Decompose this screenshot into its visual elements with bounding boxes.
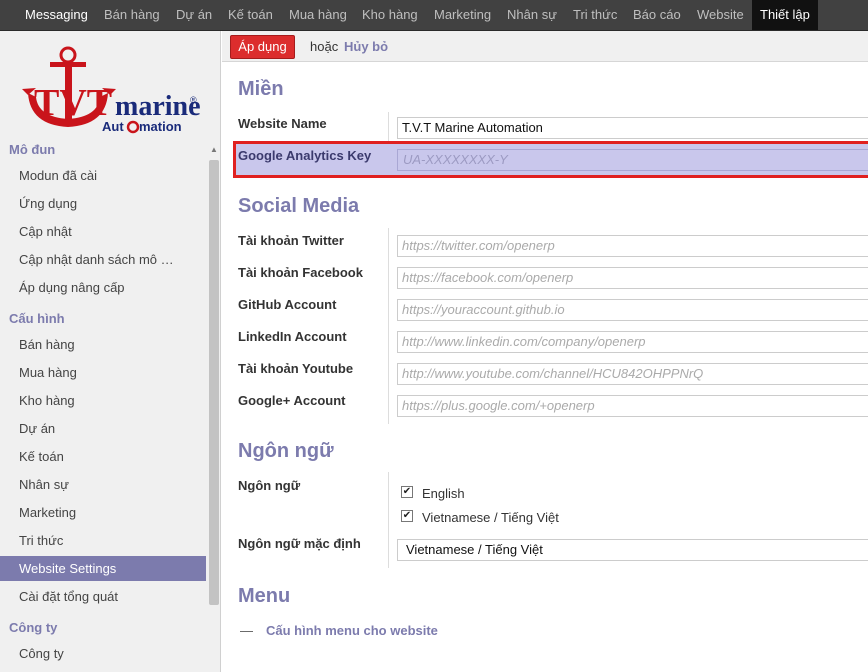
google-analytics-input[interactable]: UA-XXXXXXXX-Y <box>397 149 868 171</box>
website-name-label: Website Name <box>238 116 327 131</box>
nav-sales[interactable]: Bán hàng <box>104 0 160 30</box>
sidebar-scrollbar[interactable]: ▲ <box>207 144 220 672</box>
english-checkbox[interactable]: ✔ <box>401 486 413 498</box>
facebook-input[interactable]: https://facebook.com/openerp <box>397 267 868 289</box>
youtube-input[interactable]: http://www.youtube.com/channel/HCU842OHP… <box>397 363 868 385</box>
nav-accounting[interactable]: Kế toán <box>228 0 273 30</box>
language-heading: Ngôn ngữ <box>238 440 334 462</box>
sidebar-item-config-knowledge[interactable]: Tri thức <box>0 528 206 553</box>
sidebar-item-config-warehouse[interactable]: Kho hàng <box>0 388 206 413</box>
svg-text:®: ® <box>190 95 197 105</box>
github-input[interactable]: https://youraccount.github.io <box>397 299 868 321</box>
sidebar-item-apply-upgrades[interactable]: Áp dụng nâng cấp <box>0 275 206 300</box>
github-label: GitHub Account <box>238 297 337 312</box>
twitter-label: Tài khoản Twitter <box>238 233 344 248</box>
nav-reports[interactable]: Báo cáo <box>633 0 681 30</box>
sidebar-item-config-marketing[interactable]: Marketing <box>0 500 206 525</box>
svg-text:marine: marine <box>115 91 201 122</box>
vietnamese-label: Vietnamese / Tiếng Việt <box>422 510 559 525</box>
sidebar-item-website-settings[interactable]: Website Settings <box>0 556 206 581</box>
linkedin-input[interactable]: http://www.linkedin.com/company/openerp <box>397 331 868 353</box>
sidebar-item-config-hr[interactable]: Nhân sự <box>0 472 206 497</box>
action-bar: Áp dụng hoặc Hủy bỏ <box>222 31 868 62</box>
google-analytics-label: Google Analytics Key <box>238 148 372 163</box>
svg-text:TVT: TVT <box>34 82 112 124</box>
nav-hr[interactable]: Nhân sự <box>507 0 557 30</box>
sidebar-item-update-module-list[interactable]: Cập nhật danh sách mô … <box>0 247 206 272</box>
menu-heading: Menu <box>238 585 291 607</box>
sidebar-item-installed-modules[interactable]: Modun đã cài <box>0 163 206 188</box>
cancel-link[interactable]: Hủy bỏ <box>344 39 388 54</box>
sidebar-item-config-accounting[interactable]: Kế toán <box>0 444 206 469</box>
sidebar-item-config-sales[interactable]: Bán hàng <box>0 332 206 357</box>
social-media-heading: Social Media <box>238 195 360 217</box>
company-logo[interactable]: TVT marine ® Aut mation <box>20 45 205 141</box>
nav-knowledge[interactable]: Tri thức <box>573 0 617 30</box>
sidebar-item-apps[interactable]: Ứng dụng <box>0 191 206 216</box>
section-modules: Mô đun <box>9 142 56 157</box>
default-language-select[interactable]: Vietnamese / Tiếng Việt <box>397 539 868 561</box>
settings-form: Miền Website Name T.V.T Marine Automatio… <box>222 62 868 672</box>
nav-projects[interactable]: Dự án <box>176 0 212 30</box>
youtube-label: Tài khoản Youtube <box>238 361 354 376</box>
language-divider <box>388 472 389 568</box>
nav-warehouse[interactable]: Kho hàng <box>362 0 418 30</box>
top-navigation-bar: Messaging Bán hàng Dự án Kế toán Mua hàn… <box>0 0 868 31</box>
svg-text:mation: mation <box>139 119 182 134</box>
nav-purchases[interactable]: Mua hàng <box>289 0 347 30</box>
google-analytics-highlight: Google Analytics Key UA-XXXXXXXX-Y <box>233 141 868 178</box>
website-name-input[interactable]: T.V.T Marine Automation <box>397 117 868 139</box>
sidebar-item-config-purchases[interactable]: Mua hàng <box>0 360 206 385</box>
nav-settings[interactable]: Thiết lập <box>752 0 818 30</box>
social-divider <box>388 228 389 424</box>
twitter-input[interactable]: https://twitter.com/openerp <box>397 235 868 257</box>
nav-website[interactable]: Website <box>697 0 744 30</box>
sidebar-item-companies[interactable]: Công ty <box>0 641 206 666</box>
vietnamese-checkbox[interactable]: ✔ <box>401 510 413 522</box>
sidebar-item-updates[interactable]: Cập nhật <box>0 219 206 244</box>
or-text: hoặc <box>310 39 339 54</box>
linkedin-label: LinkedIn Account <box>238 329 347 344</box>
nav-messaging[interactable]: Messaging <box>25 0 88 30</box>
configure-menu-link[interactable]: Cấu hình menu cho website <box>266 623 438 638</box>
scrollbar-thumb[interactable] <box>209 160 219 605</box>
sidebar: TVT marine ® Aut mation Mô đun Modun đã … <box>0 31 221 672</box>
scroll-up-arrow-icon[interactable]: ▲ <box>210 145 218 154</box>
english-label: English <box>422 486 465 501</box>
nav-marketing[interactable]: Marketing <box>434 0 491 30</box>
sidebar-item-config-projects[interactable]: Dự án <box>0 416 206 441</box>
svg-text:Aut: Aut <box>102 119 124 134</box>
section-company: Công ty <box>9 620 58 635</box>
apply-button[interactable]: Áp dụng <box>230 35 295 59</box>
anchor-logo-icon: TVT marine ® Aut mation <box>22 46 201 134</box>
domain-heading: Miền <box>238 78 284 100</box>
menu-dash: — <box>240 623 253 638</box>
sidebar-item-general-settings[interactable]: Cài đặt tổng quát <box>0 584 206 609</box>
googleplus-input[interactable]: https://plus.google.com/+openerp <box>397 395 868 417</box>
facebook-label: Tài khoản Facebook <box>238 265 363 280</box>
default-language-label: Ngôn ngữ mặc định <box>238 536 361 551</box>
googleplus-label: Google+ Account <box>238 393 346 408</box>
section-configuration: Cấu hình <box>9 311 65 326</box>
languages-label: Ngôn ngữ <box>238 478 301 493</box>
